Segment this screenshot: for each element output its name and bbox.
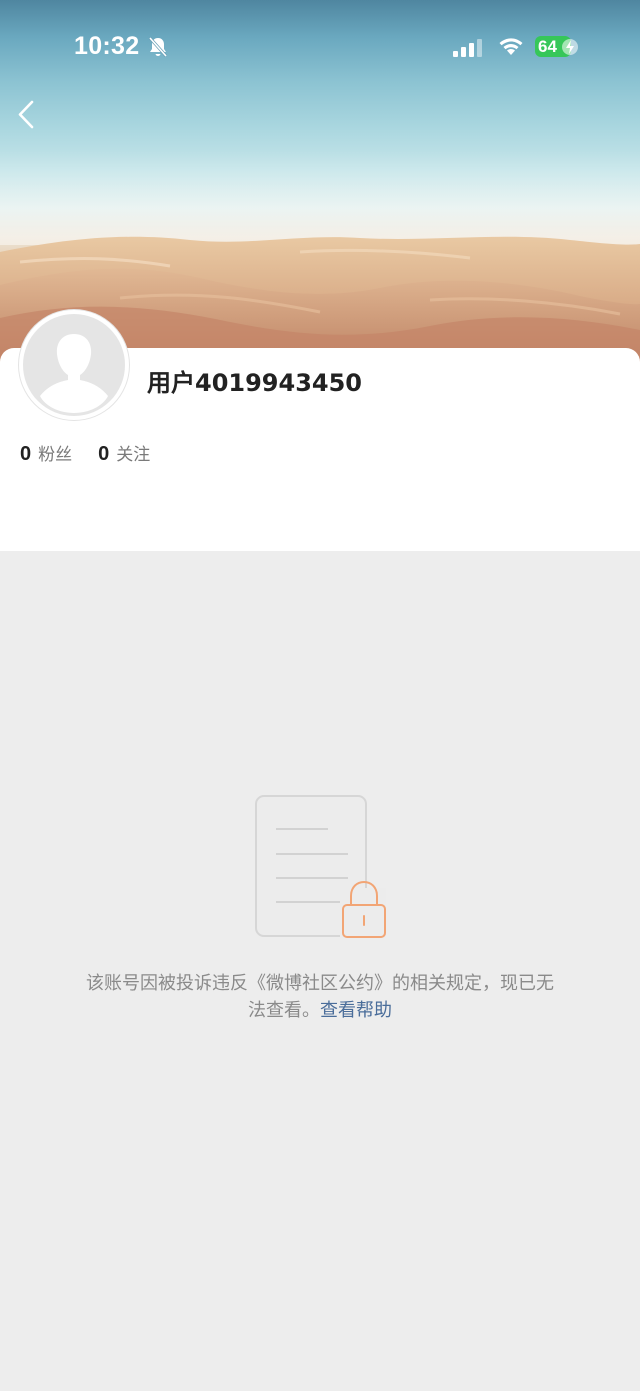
status-bar: 10:32 64 [0, 0, 640, 96]
following-label: 关注 [116, 445, 151, 465]
bell-off-icon [147, 36, 169, 62]
blocked-message-line2-text: 法查看。 [248, 1000, 320, 1021]
followers-label: 粉丝 [38, 445, 73, 465]
back-button[interactable] [10, 96, 50, 136]
followers-stat[interactable]: 0 粉丝 [20, 440, 72, 466]
profile-stats: 0 粉丝 0 关注 [20, 440, 176, 466]
profile-screen: 10:32 64 用户4019943450 0 粉丝 0 关注 该账号因被投诉违… [0, 0, 640, 1391]
avatar[interactable] [19, 310, 129, 420]
blocked-message-line2: 法查看。查看帮助 [50, 997, 590, 1024]
status-time: 10:32 [74, 32, 140, 60]
followers-count: 0 [20, 443, 32, 465]
following-count: 0 [98, 443, 110, 465]
view-help-link[interactable]: 查看帮助 [320, 1000, 392, 1021]
profile-username: 用户4019943450 [147, 369, 362, 397]
locked-document-icon [254, 794, 390, 946]
blocked-message-line1: 该账号因被投诉违反《微博社区公约》的相关规定，现已无 [86, 973, 554, 994]
cellular-signal-icon [453, 38, 485, 62]
charging-bolt-icon [562, 37, 578, 61]
blocked-account-message: 该账号因被投诉违反《微博社区公约》的相关规定，现已无 法查看。查看帮助 [50, 970, 590, 1024]
chevron-left-icon [18, 100, 34, 129]
wifi-icon [496, 35, 526, 61]
default-avatar-icon [23, 314, 125, 416]
following-stat[interactable]: 0 关注 [98, 440, 150, 466]
